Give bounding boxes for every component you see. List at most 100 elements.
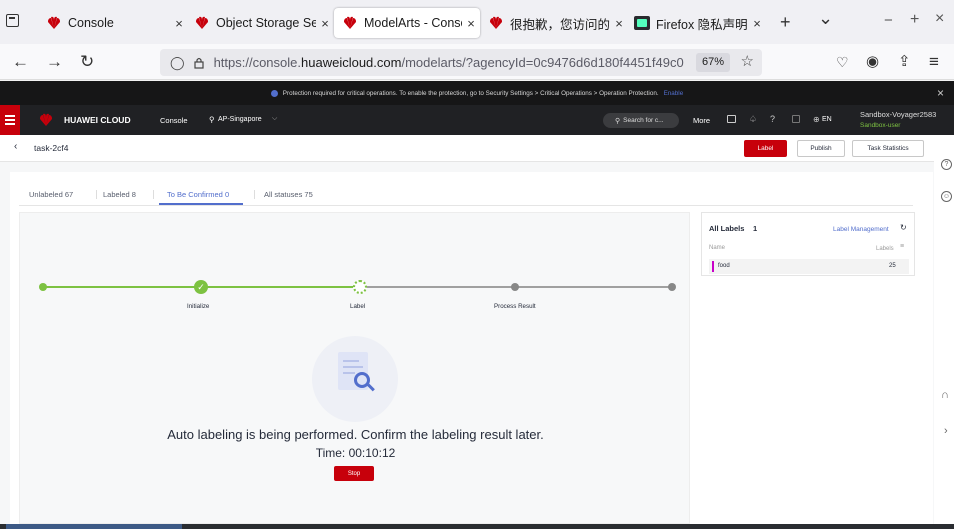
column-labels-header: Labels — [876, 246, 894, 252]
url-text: https://console.huaweicloud.com/modelart… — [214, 55, 684, 70]
tab-title: Object Storage Ser — [216, 16, 316, 30]
label-name: food — [718, 263, 730, 269]
list-tabs-button[interactable]: ⌄ — [818, 8, 833, 29]
huawei-logo-icon[interactable] — [38, 113, 54, 127]
enable-link[interactable]: Enable — [664, 90, 684, 97]
security-banner: Protection required for critical operati… — [0, 81, 954, 105]
tab-to-be-confirmed[interactable]: To Be Confirmed 0 — [167, 190, 229, 199]
feedback-smile-icon[interactable]: ☺ — [941, 191, 952, 202]
menu-icon[interactable]: ≡ — [929, 52, 939, 72]
main-content: Unlabeled 67 Labeled 8 To Be Confirmed 0… — [0, 162, 934, 524]
new-tab-button[interactable]: + — [780, 12, 791, 33]
app-icon[interactable] — [792, 115, 800, 123]
labeling-panel: Unlabeled 67 Labeled 8 To Be Confirmed 0… — [10, 172, 933, 524]
step-process-result: Process Result — [494, 303, 536, 310]
document-search-illustration — [312, 336, 398, 422]
tab-labeled[interactable]: Labeled 8 — [103, 190, 136, 199]
close-tab-icon[interactable]: × — [462, 16, 480, 31]
auto-labeling-message: Auto labeling is being performed. Confir… — [167, 427, 544, 442]
browser-tab[interactable]: Firefox 隐私声明 × — [626, 8, 766, 38]
back-icon[interactable]: ← — [12, 52, 29, 72]
back-arrow-icon[interactable]: ‹ — [14, 141, 17, 152]
progress-line-done — [42, 286, 202, 288]
extensions-icon[interactable]: ⇪ — [898, 52, 911, 72]
stop-button[interactable]: Stop — [334, 466, 374, 481]
chevron-right-icon[interactable]: › — [944, 425, 948, 437]
help-circle-icon[interactable]: ? — [941, 159, 952, 170]
headset-icon[interactable]: ∩ — [941, 389, 949, 401]
label-usage-count: 25 — [889, 263, 896, 269]
forward-icon[interactable]: → — [46, 52, 63, 72]
sort-icon[interactable]: ≡ — [900, 243, 904, 250]
console-link[interactable]: Console — [160, 116, 188, 125]
lock-icon[interactable] — [193, 57, 204, 69]
right-float-bar: ? ☺ ∩ › — [934, 135, 954, 524]
url-bar[interactable]: ◯ https://console.huaweicloud.com/modela… — [160, 49, 762, 76]
user-name[interactable]: Sandbox-Voyager2583 — [860, 110, 936, 119]
close-banner-icon[interactable]: × — [937, 86, 944, 100]
label-color-swatch — [712, 261, 714, 272]
publish-button[interactable]: Publish — [797, 140, 845, 157]
label-button[interactable]: Label — [744, 140, 787, 157]
more-menu[interactable]: More — [693, 116, 710, 125]
terminal-icon[interactable] — [727, 115, 736, 123]
tab-divider — [96, 190, 97, 199]
pocket-icon[interactable]: ♡ — [836, 52, 849, 72]
close-window-button[interactable]: × — [935, 10, 944, 28]
tabs-bottom-divider — [19, 205, 913, 206]
task-name: task-2cf4 — [34, 143, 69, 153]
help-icon[interactable]: ? — [770, 114, 775, 124]
pending-step-dot — [511, 283, 519, 291]
region-selector[interactable]: AP-Singapore — [218, 116, 262, 123]
console-header: HUAWEI CLOUD Console ⚲ AP-Singapore ⌵ ⚲ … — [0, 105, 954, 135]
loading-spinner-icon — [353, 280, 367, 294]
browser-tab-active[interactable]: ModelArts - Conso × — [334, 8, 480, 38]
firefox-privacy-icon — [634, 16, 650, 30]
huawei-logo-icon — [344, 16, 356, 29]
account-icon[interactable]: ◉ — [866, 52, 879, 72]
browser-tab[interactable]: 很抱歉，您访问的 × — [480, 8, 628, 38]
label-row[interactable]: food 25 — [709, 259, 909, 274]
shield-icon[interactable]: ◯ — [170, 55, 185, 71]
labels-panel: All Labels 1 Label Management ↻ Name Lab… — [701, 212, 915, 276]
tab-all-statuses[interactable]: All statuses 75 — [264, 190, 313, 199]
taskbar-item[interactable] — [6, 524, 182, 529]
brand-name[interactable]: HUAWEI CLOUD — [64, 115, 131, 125]
url-suffix: /modelarts/?agencyId=0c9476d6d180f4451f4… — [401, 55, 684, 70]
bookmark-star-icon[interactable]: ☆ — [741, 52, 754, 70]
huawei-logo-icon — [196, 16, 208, 29]
tab-unlabeled[interactable]: Unlabeled 67 — [29, 190, 73, 199]
elapsed-time: Time: 00:10:12 — [315, 446, 396, 460]
url-domain: huaweicloud.com — [301, 55, 402, 70]
reload-icon[interactable]: ↻ — [80, 52, 94, 72]
minimize-button[interactable]: − — [884, 12, 893, 29]
globe-icon[interactable]: ⊕ — [813, 115, 820, 124]
hamburger-menu-button[interactable] — [0, 105, 20, 135]
browser-tab-bar: Console × Object Storage Ser × ModelArts… — [0, 0, 954, 44]
progress-card: ✓ Initialize Label Process Result Auto l… — [19, 212, 690, 524]
task-statistics-button[interactable]: Task Statistics — [852, 140, 924, 157]
chevron-down-icon: ⌵ — [272, 115, 278, 122]
security-banner-text: Protection required for critical operati… — [282, 89, 659, 97]
tab-title: 很抱歉，您访问的 — [510, 17, 610, 32]
close-tab-icon[interactable]: × — [748, 16, 766, 31]
zoom-level[interactable]: 67% — [695, 53, 730, 72]
notification-bell-icon[interactable]: ♤ — [749, 114, 757, 125]
maximize-button[interactable]: + — [910, 11, 919, 29]
close-tab-icon[interactable]: × — [316, 16, 334, 31]
progress-end-dot — [668, 283, 676, 291]
step-label: Label — [350, 303, 366, 310]
label-management-link[interactable]: Label Management — [833, 226, 889, 233]
browser-tab[interactable]: Console × — [38, 8, 188, 38]
language-selector[interactable]: EN — [822, 116, 832, 123]
refresh-icon[interactable]: ↻ — [900, 223, 907, 232]
tab-overview-icon[interactable] — [6, 14, 19, 27]
browser-tab[interactable]: Object Storage Ser × — [186, 8, 334, 38]
url-prefix: https://console. — [213, 55, 302, 70]
all-labels-title: All Labels — [709, 224, 745, 233]
step-initialize: Initialize — [187, 303, 210, 310]
search-box[interactable]: ⚲ Search for c... — [603, 113, 679, 128]
browser-nav-bar: ← → ↻ ◯ https://console.huaweicloud.com/… — [0, 44, 954, 80]
tab-divider — [254, 190, 255, 199]
tab-title: ModelArts - Conso — [364, 16, 462, 30]
